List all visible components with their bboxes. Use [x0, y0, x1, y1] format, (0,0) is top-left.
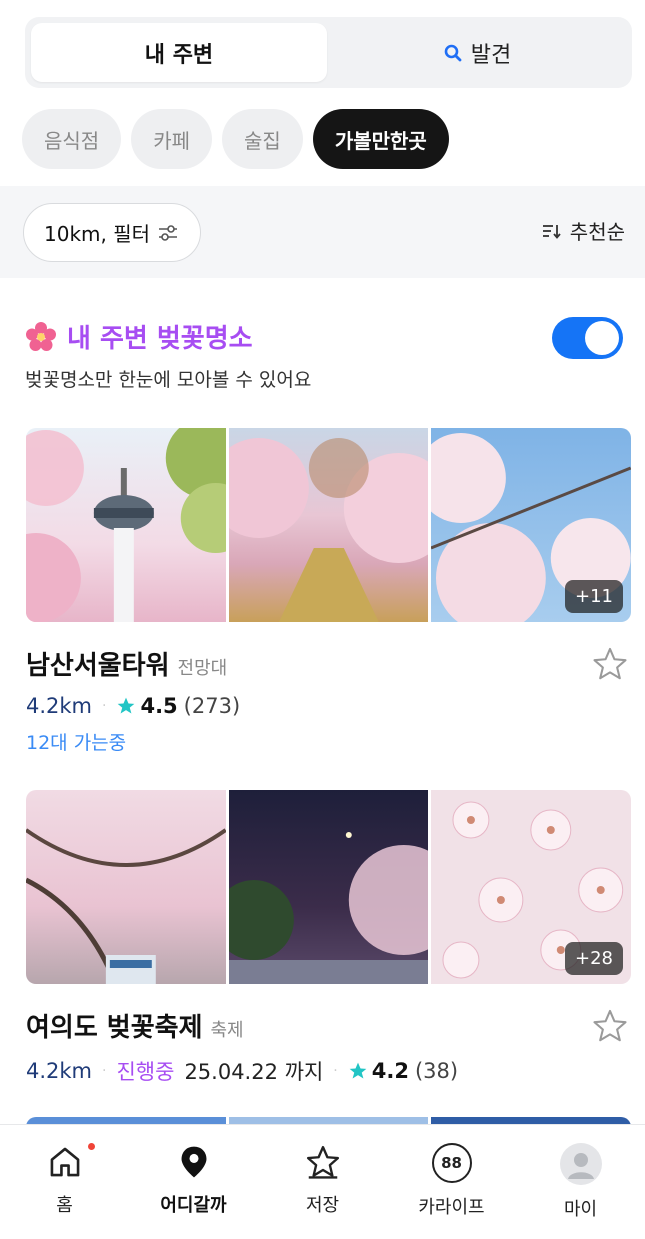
- more-photos-badge: +11: [565, 580, 624, 613]
- place-name-row: 여의도 벚꽃축제 축제: [26, 1007, 631, 1044]
- rating-star-icon: [349, 1062, 367, 1079]
- place-review-count: (273): [183, 694, 241, 718]
- nav-my-label: 마이: [563, 1199, 598, 1220]
- place-distance: 4.2km: [26, 694, 93, 718]
- nav-kalife-label: 카라이프: [418, 1197, 485, 1218]
- place-card-yeouido[interactable]: 여의도 벚꽃축제 축제 4.2km · 진행중 25.04.22 까지 · 4.…: [26, 1007, 631, 1086]
- star-outline-icon: [306, 1145, 339, 1179]
- sort-icon: [542, 224, 561, 239]
- section-title: 내 주변 벚꽃명소: [67, 324, 253, 354]
- nav-saved[interactable]: 저장: [258, 1125, 387, 1239]
- location-pin-icon: [181, 1146, 206, 1178]
- sort-label: 추천순: [569, 220, 625, 244]
- chip-cafe[interactable]: 카페: [131, 109, 213, 169]
- place-going-count: 12대 가는중: [26, 732, 127, 754]
- search-icon: [444, 44, 462, 61]
- sliders-icon: [159, 224, 178, 241]
- notification-dot: [88, 1143, 95, 1150]
- photo-yeouido-road: [26, 790, 226, 984]
- kalife-badge-number: 88: [441, 1154, 462, 1172]
- more-photos-badge: +28: [565, 942, 624, 975]
- meta-separator: ·: [102, 1063, 107, 1079]
- tab-nearby[interactable]: 내 주변: [31, 23, 327, 82]
- photo-namsan-path: [228, 428, 429, 622]
- nav-home-label: 홈: [56, 1195, 73, 1216]
- cherry-blossom-section-header: 내 주변 벚꽃명소 벚꽃명소만 한눈에 모아볼 수 있어요: [25, 318, 311, 392]
- segmented-tabs: 내 주변 발견: [25, 17, 632, 88]
- nav-where-label: 어디갈까: [160, 1195, 227, 1216]
- photo-strip-yeouido[interactable]: +28: [26, 790, 631, 984]
- photo-namsan-sky: +11: [431, 428, 631, 622]
- chip-attractions[interactable]: 가볼만한곳: [312, 109, 449, 169]
- chip-restaurant[interactable]: 음식점: [22, 109, 122, 169]
- tab-discover[interactable]: 발견: [327, 23, 627, 82]
- toggle-knob: [585, 321, 619, 355]
- sort-button[interactable]: 추천순: [542, 216, 625, 245]
- photo-namsan-tower: [26, 428, 226, 622]
- place-card-namsan[interactable]: 남산서울타워 전망대 4.2km · 4.5 (273) 12대 가는중: [26, 645, 631, 755]
- filter-label: 10km, 필터: [44, 222, 151, 246]
- place-category: 축제: [210, 1020, 244, 1041]
- nav-kalife[interactable]: 88 카라이프: [387, 1125, 516, 1239]
- event-status: 진행중: [116, 1060, 175, 1084]
- photo-yeouido-blossoms: +28: [431, 790, 631, 984]
- favorite-star-icon[interactable]: [591, 1007, 629, 1045]
- photo-strip-namsan[interactable]: +11: [26, 428, 631, 622]
- avatar-icon: [559, 1143, 602, 1185]
- bottom-navigation: 홈 어디갈까 저장 88 카라이프 마이: [0, 1124, 645, 1239]
- section-subtitle: 벚꽃명소만 한눈에 모아볼 수 있어요: [25, 369, 312, 391]
- event-end-date: 25.04.22 까지: [184, 1060, 324, 1084]
- category-chips: 음식점 카페 술집 가볼만한곳: [22, 109, 449, 169]
- rating-star-icon: [118, 697, 135, 714]
- kalife-badge-icon: 88: [431, 1143, 472, 1183]
- cherry-blossom-toggle[interactable]: [552, 317, 623, 359]
- filter-bar: 10km, 필터 추천순: [0, 186, 645, 278]
- place-name-row: 남산서울타워 전망대: [26, 645, 631, 682]
- place-category: 전망대: [177, 658, 228, 679]
- home-icon: [50, 1147, 79, 1177]
- place-rating: 4.2: [371, 1059, 409, 1083]
- nav-where[interactable]: 어디갈까: [129, 1125, 258, 1239]
- tab-discover-label: 발견: [470, 42, 512, 68]
- place-rating: 4.5: [140, 694, 178, 718]
- place-meta: 4.2km · 4.5 (273): [26, 694, 631, 718]
- place-meta: 4.2km · 진행중 25.04.22 까지 · 4.2 (38): [26, 1056, 631, 1086]
- cherry-blossom-icon: [26, 321, 56, 351]
- filter-button[interactable]: 10km, 필터: [23, 203, 202, 262]
- place-name: 남산서울타워: [26, 651, 170, 681]
- photo-yeouido-night: [228, 790, 429, 984]
- meta-separator: ·: [102, 698, 107, 714]
- nav-home[interactable]: 홈: [0, 1125, 129, 1239]
- nav-my[interactable]: 마이: [516, 1125, 645, 1239]
- meta-separator: ·: [333, 1063, 338, 1079]
- tab-nearby-label: 내 주변: [144, 42, 214, 68]
- favorite-star-icon[interactable]: [591, 645, 629, 683]
- nav-saved-label: 저장: [305, 1195, 340, 1216]
- place-review-count: (38): [414, 1059, 459, 1083]
- section-title-row: 내 주변 벚꽃명소: [25, 318, 311, 355]
- place-name: 여의도 벚꽃축제: [26, 1013, 203, 1043]
- place-distance: 4.2km: [26, 1059, 93, 1083]
- chip-bar[interactable]: 술집: [222, 109, 303, 169]
